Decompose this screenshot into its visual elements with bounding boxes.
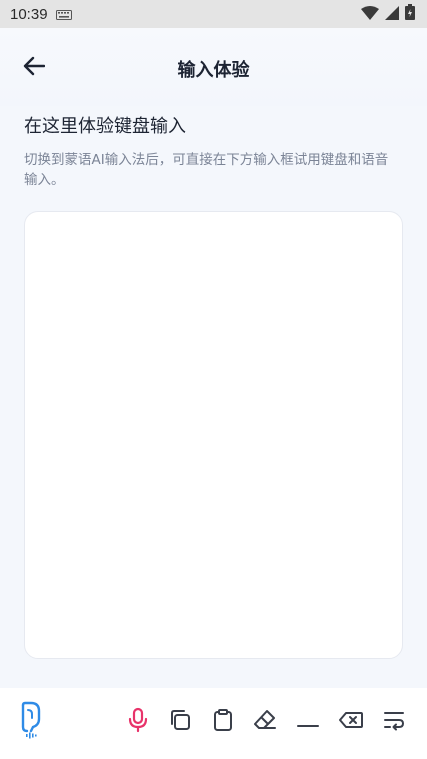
paste-icon (211, 708, 235, 736)
keyboard-icon (55, 5, 72, 24)
copy-button[interactable] (164, 706, 196, 738)
status-bar: 10:39 (0, 0, 427, 28)
backspace-icon (338, 708, 364, 736)
microphone-icon (127, 707, 149, 737)
input-box[interactable] (24, 211, 403, 659)
logo-button[interactable] (14, 701, 46, 743)
app-bar: 输入体验 (0, 28, 427, 106)
space-icon (296, 708, 320, 736)
section-heading: 在这里体验键盘输入 (24, 116, 186, 137)
voice-input-button[interactable] (122, 706, 154, 738)
status-time: 10:39 (10, 5, 48, 23)
signal-icon (385, 5, 399, 24)
newline-button[interactable] (378, 706, 410, 738)
status-right (361, 4, 415, 24)
wifi-icon (361, 5, 379, 24)
intro-section: 在这里体验键盘输入 切换到蒙语AI输入法后，可直接在下方输入框试用键盘和语音输入… (24, 114, 404, 190)
keyboard-toolbar (0, 688, 427, 759)
page-title: 输入体验 (177, 60, 250, 81)
backspace-button[interactable] (335, 706, 367, 738)
text-input[interactable] (25, 212, 402, 658)
space-button[interactable] (292, 706, 324, 738)
eraser-icon (253, 708, 277, 736)
newline-icon (382, 708, 406, 736)
battery-icon (405, 4, 415, 24)
section-description: 切换到蒙语AI输入法后，可直接在下方输入框试用键盘和语音输入。 (24, 152, 389, 188)
logo-icon (17, 701, 43, 743)
copy-icon (168, 708, 192, 736)
clear-button[interactable] (249, 706, 281, 738)
status-left: 10:39 (10, 5, 72, 24)
paste-button[interactable] (207, 706, 239, 738)
